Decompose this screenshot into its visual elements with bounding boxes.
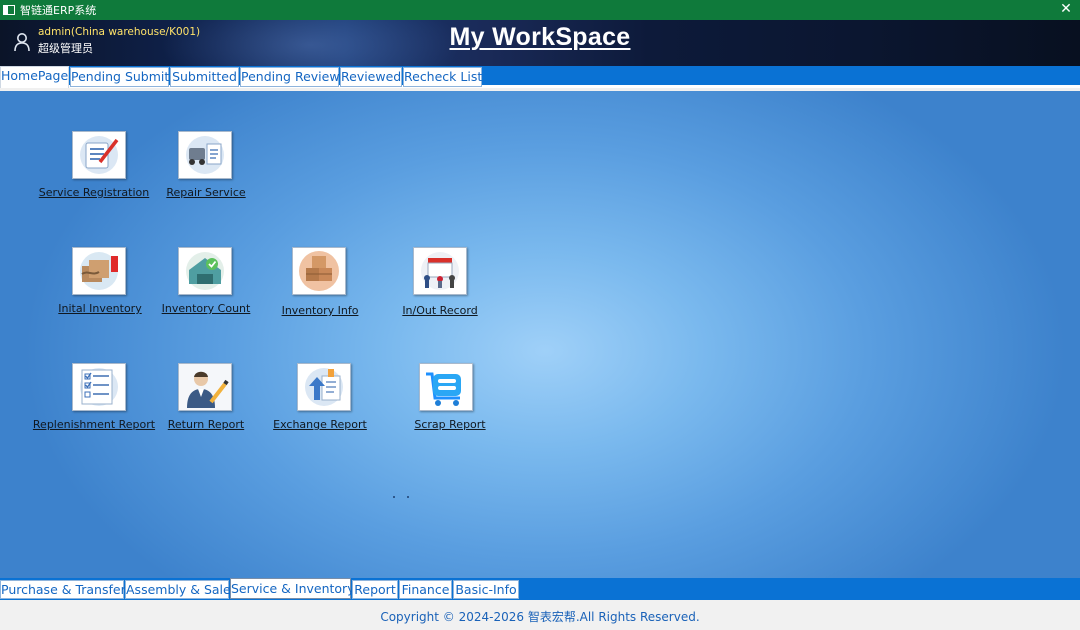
tab-pending-review[interactable]: Pending Review: [240, 67, 340, 87]
window-title: 智链通ERP系统: [20, 4, 97, 17]
tile-label[interactable]: Service Registration: [39, 186, 149, 199]
tab-basic-info[interactable]: Basic-Info: [453, 580, 519, 599]
tab-purchase-transfer[interactable]: Purchase & Transfer: [0, 580, 126, 599]
in-out-record-icon[interactable]: [413, 247, 467, 295]
tab-pending-submit[interactable]: Pending Submit: [70, 67, 169, 87]
inventory-info-icon[interactable]: [292, 247, 346, 295]
tile-label[interactable]: Replenishment Report: [33, 418, 155, 431]
tile-label[interactable]: Scrap Report: [414, 418, 485, 431]
tab-submitted[interactable]: Submitted: [170, 67, 239, 87]
scrap-report-icon[interactable]: [419, 363, 473, 411]
window-titlebar: 智链通ERP系统 ✕: [0, 0, 1080, 20]
exchange-report-icon[interactable]: [297, 363, 351, 411]
top-tab-bar: HomePage Pending Submit Submitted Pendin…: [0, 66, 1080, 88]
tab-finance[interactable]: Finance: [399, 580, 452, 599]
inventory-count-icon[interactable]: [178, 247, 232, 295]
tab-homepage[interactable]: HomePage: [0, 66, 69, 88]
service-registration-icon[interactable]: [72, 131, 126, 179]
loading-dots: [393, 496, 413, 500]
replenishment-report-icon[interactable]: [72, 363, 126, 411]
bottom-tab-bar: Purchase & Transfer Assembly & Sale Serv…: [0, 578, 1080, 600]
page-title: My WorkSpace: [449, 23, 631, 51]
tile-label[interactable]: In/Out Record: [402, 304, 477, 317]
tab-report[interactable]: Report: [352, 580, 398, 599]
tile-label[interactable]: Repair Service: [166, 186, 245, 199]
close-icon[interactable]: ✕: [1058, 0, 1074, 20]
repair-service-icon[interactable]: [178, 131, 232, 179]
workspace-area: Service Registration Repair Service Init…: [0, 91, 1080, 578]
tile-label[interactable]: Return Report: [168, 418, 244, 431]
tab-assembly-sale[interactable]: Assembly & Sale: [125, 580, 231, 599]
tab-service-inventory[interactable]: Service & Inventory: [230, 578, 355, 599]
footer-copyright: Copyright © 2024-2026 智表宏帮.All Rights Re…: [0, 600, 1080, 630]
tile-label[interactable]: Inventory Count: [162, 302, 251, 315]
tile-label[interactable]: Inventory Info: [282, 304, 359, 317]
header-banner: admin(China warehouse/K001) 超级管理员 My Wor…: [0, 20, 1080, 66]
app-window-icon: [3, 5, 15, 15]
return-report-icon[interactable]: [178, 363, 232, 411]
initial-inventory-icon[interactable]: [72, 247, 126, 295]
tab-reviewed[interactable]: Reviewed: [340, 67, 402, 87]
tile-label[interactable]: Inital Inventory: [58, 302, 141, 315]
tile-label[interactable]: Exchange Report: [273, 418, 367, 431]
tab-recheck-list[interactable]: Recheck List: [403, 67, 482, 87]
